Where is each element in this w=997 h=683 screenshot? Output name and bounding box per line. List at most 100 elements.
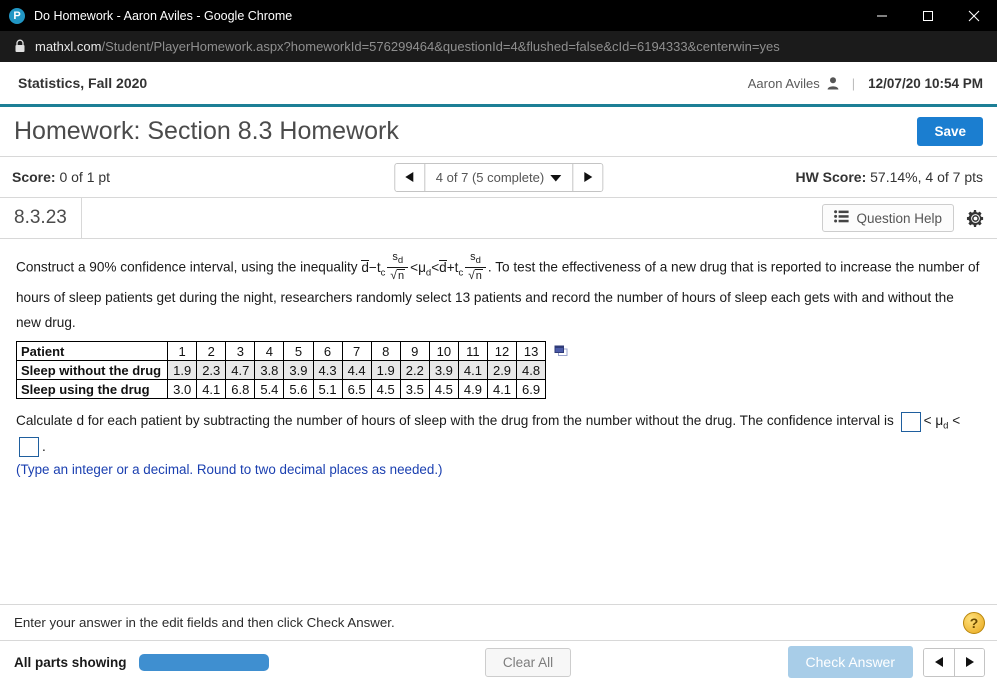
question-help-button[interactable]: Question Help: [822, 204, 954, 232]
mathxl-logo-icon: P: [9, 7, 25, 24]
question-selector-dropdown[interactable]: 4 of 7 (5 complete): [425, 164, 572, 191]
table-cell: 6: [312, 341, 343, 362]
sqrt-symbol-1: √: [390, 267, 397, 282]
table-cell: 6.9: [516, 379, 547, 400]
table-cell: 8: [370, 341, 401, 362]
fraction-1: sd √n: [387, 252, 409, 282]
period: .: [42, 439, 46, 455]
mu-symbol: μ: [418, 259, 426, 275]
table-cell: 6.5: [341, 379, 372, 400]
question-statement-line-1: Construct a 90% confidence interval, usi…: [16, 252, 981, 283]
hw-score-label: HW Score:: [795, 169, 867, 185]
score-display: Score: 0 of 1 pt: [12, 169, 110, 185]
answer-input-lower[interactable]: [900, 411, 921, 432]
homework-header: Homework: Section 8.3 Homework Save: [0, 107, 997, 157]
close-icon[interactable]: [951, 0, 997, 31]
question-navigator: 4 of 7 (5 complete): [393, 162, 604, 192]
prev-question-button[interactable]: [394, 163, 425, 191]
table-cell: 5.1: [312, 379, 343, 400]
list-icon: [834, 210, 850, 226]
mu-subscript-2: d: [943, 420, 949, 432]
gear-icon[interactable]: [964, 207, 987, 230]
sqrt-arg-1: n: [396, 268, 406, 282]
table-cell: 3.8: [254, 360, 285, 381]
user-avatar-icon[interactable]: [827, 76, 839, 90]
sqrt-symbol-2: √: [468, 267, 475, 282]
table-cell: 1.9: [167, 360, 198, 381]
maximize-icon[interactable]: [905, 0, 951, 31]
timestamp: 12/07/20 10:54 PM: [868, 75, 983, 91]
table-cell: 2: [196, 341, 227, 362]
table-cell: 4.1: [457, 360, 488, 381]
url-text: mathxl.com/Student/PlayerHomework.aspx?h…: [35, 39, 780, 54]
table-cell: 4.1: [486, 379, 518, 400]
table-cell: 6.8: [225, 379, 256, 400]
table-cell: 4: [254, 341, 285, 362]
question-text-b: . To test the effectiveness of a new dru…: [487, 259, 980, 275]
table-row-without-drug: Sleep without the drug 1.9 2.3 4.7 3.8 3…: [15, 360, 547, 381]
check-answer-button[interactable]: Check Answer: [787, 646, 913, 678]
help-icon[interactable]: ?: [963, 611, 985, 634]
table-cell: 3: [225, 341, 256, 362]
copy-to-spreadsheet-icon[interactable]: [554, 345, 568, 363]
next-part-button[interactable]: [954, 648, 984, 676]
part-navigator: [923, 647, 985, 677]
url-host: mathxl.com: [35, 38, 102, 54]
table-cell: 2.2: [399, 360, 430, 381]
lt-sign-3: <: [923, 413, 932, 429]
d-bar-symbol-2: d: [439, 259, 447, 275]
table-cell: 12: [486, 341, 518, 362]
bottom-toolbar: All parts showing Clear All Check Answer: [0, 640, 997, 683]
table-cell: 4.1: [196, 379, 227, 400]
clear-all-button[interactable]: Clear All: [484, 647, 572, 677]
question-selector-label: 4 of 7 (5 complete): [435, 169, 545, 185]
confidence-interval-formula: d−tc sd √n <μd<d+tc sd √n: [361, 252, 488, 282]
table-cell: 4.9: [457, 379, 488, 400]
mu-symbol-2: μ: [935, 413, 944, 429]
parts-progress-bar: [138, 653, 269, 671]
save-button[interactable]: Save: [917, 117, 983, 146]
course-bar: Statistics, Fall 2020 Aaron Aviles | 12/…: [0, 62, 997, 107]
minus-sign-1: −: [368, 259, 377, 275]
table-cell: 7: [341, 341, 372, 362]
row-label-without-drug: Sleep without the drug: [15, 360, 169, 381]
question-help-label: Question Help: [856, 210, 942, 226]
score-bar: Score: 0 of 1 pt 4 of 7 (5 complete) HW …: [0, 157, 997, 198]
score-value: 0 of 1 pt: [59, 169, 111, 185]
lt-sign-2: <: [431, 259, 440, 275]
browser-window: P Do Homework - Aaron Aviles - Google Ch…: [0, 0, 997, 683]
question-bar: 8.3.23 Question Help: [0, 197, 997, 239]
table-cell: 4.4: [341, 360, 372, 381]
answer-input-upper[interactable]: [19, 437, 39, 458]
user-name[interactable]: Aaron Aviles: [748, 76, 820, 91]
table-cell: 4.7: [225, 360, 256, 381]
table-cell: 3.9: [428, 360, 459, 381]
table-cell: 3.5: [399, 379, 430, 400]
hw-score-display: HW Score: 57.14%, 4 of 7 pts: [795, 169, 983, 185]
d-bar-symbol-1: d: [361, 259, 369, 275]
table-cell: 1.9: [370, 360, 401, 381]
score-label: Score:: [12, 169, 56, 185]
lt-sign-1: <: [410, 259, 419, 275]
table-cell: 5: [283, 341, 314, 362]
browser-address-bar[interactable]: mathxl.com/Student/PlayerHomework.aspx?h…: [0, 31, 997, 62]
prev-part-button[interactable]: [924, 648, 954, 676]
parts-showing-label: All parts showing: [14, 654, 127, 670]
table-cell: 4.5: [370, 379, 401, 400]
table-cell: 5.4: [254, 379, 285, 400]
next-question-button[interactable]: [572, 163, 603, 191]
question-id: 8.3.23: [0, 197, 82, 239]
hw-score-value: 57.14%, 4 of 7 pts: [870, 169, 983, 185]
t-c-subscript-2: c: [458, 267, 464, 279]
minimize-icon[interactable]: [859, 0, 905, 31]
answer-format-hint: (Type an integer or a decimal. Round to …: [16, 462, 443, 478]
table-cell: 3.9: [283, 360, 314, 381]
plus-sign: +: [446, 259, 455, 275]
table-cell: 3.0: [167, 379, 198, 400]
window-controls: [859, 0, 997, 31]
window-title: Do Homework - Aaron Aviles - Google Chro…: [34, 8, 293, 23]
table-cell: 10: [428, 341, 459, 362]
table-cell: 9: [399, 341, 430, 362]
question-body: Construct a 90% confidence interval, usi…: [0, 239, 997, 619]
table-cell: 13: [516, 341, 547, 362]
